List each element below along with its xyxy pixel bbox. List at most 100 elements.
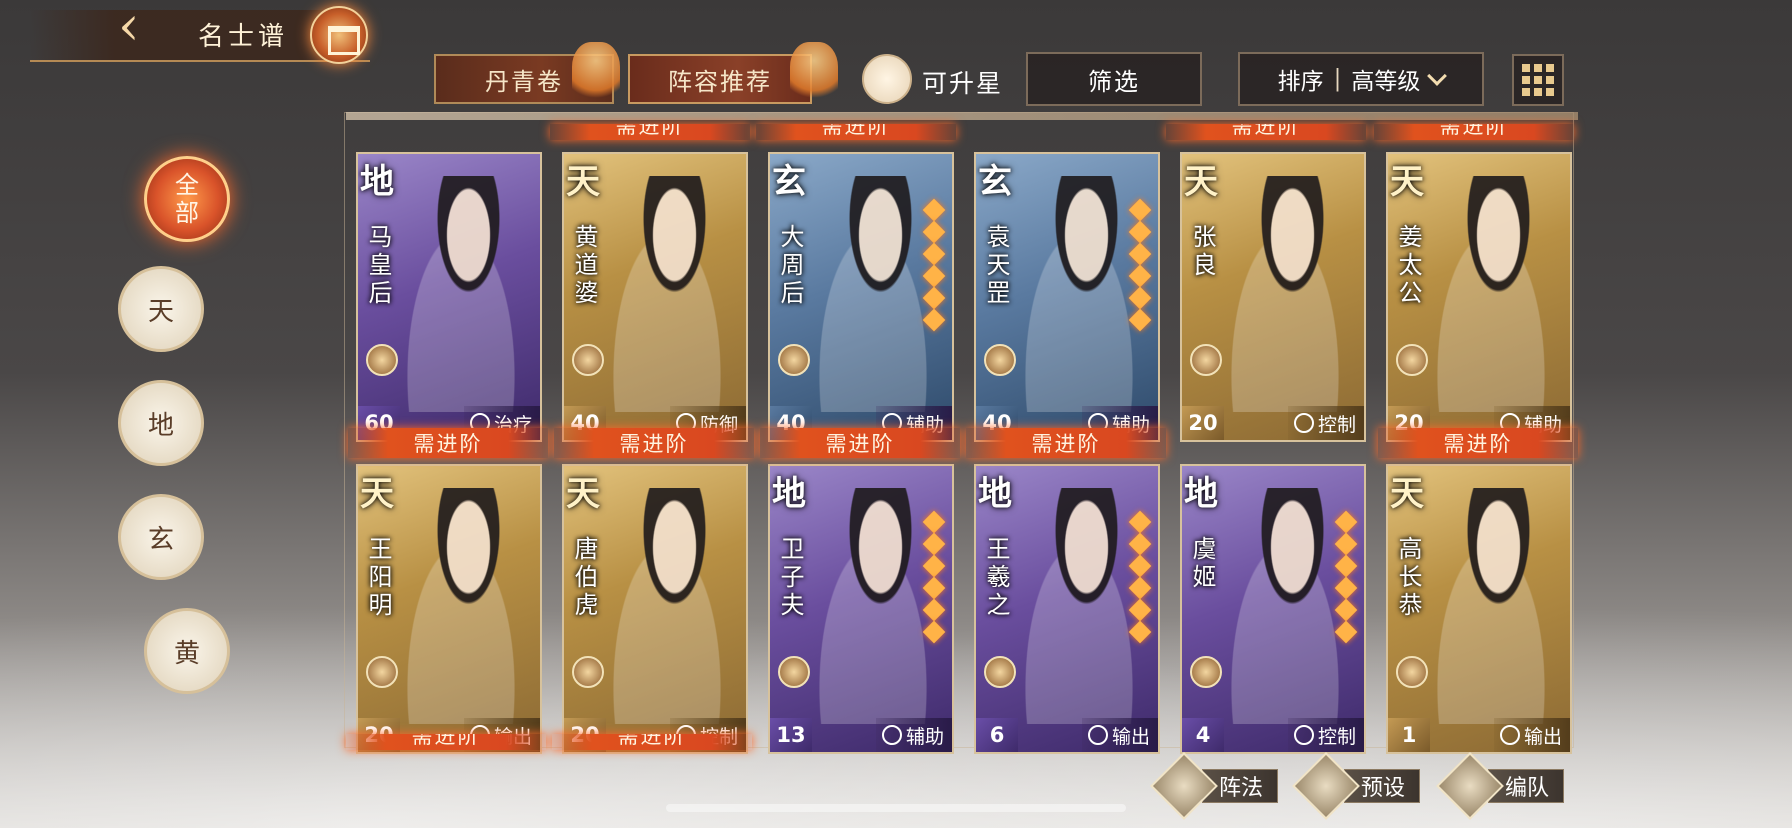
star-upgrade-checkbox[interactable] xyxy=(862,54,912,104)
element-icon xyxy=(572,344,604,376)
hero-name: 唐伯虎 xyxy=(570,536,598,620)
hero-card[interactable]: 天高长恭 1 输出 xyxy=(1386,464,1572,754)
filter-button[interactable]: 筛选 xyxy=(1026,52,1202,106)
rank-xuan-label: 玄 xyxy=(147,524,174,555)
advance-required-button[interactable]: 需进阶 xyxy=(554,428,754,458)
element-icon xyxy=(778,344,810,376)
hero-portrait xyxy=(386,176,536,412)
scroll-rail xyxy=(346,112,1578,120)
hero-card[interactable]: 地马皇后 60 治疗 xyxy=(356,152,542,442)
hero-name: 卫子夫 xyxy=(776,536,804,620)
advance-required-button[interactable]: 需进阶 xyxy=(348,428,548,458)
advance-bar-partial: 需进阶 xyxy=(1166,124,1366,140)
hero-card[interactable]: 玄大周后 40 辅助 xyxy=(768,152,954,442)
hero-card[interactable]: 天姜太公 20 辅助 xyxy=(1386,152,1572,442)
hero-card[interactable]: 天唐伯虎20控制 xyxy=(562,464,748,754)
advance-bar-partial: 需进阶 xyxy=(346,734,546,750)
rank-filter-huang[interactable]: 黄 xyxy=(144,608,230,694)
hero-portrait xyxy=(1416,488,1566,724)
hero-rank-badge: 地 xyxy=(772,474,806,514)
advance-required-button[interactable]: 需进阶 xyxy=(966,428,1166,458)
preset-button[interactable]: 预设 xyxy=(1292,752,1421,820)
advance-bar-partial: 需进阶 xyxy=(756,124,956,140)
star-icon xyxy=(1128,220,1152,244)
hero-role: 控制 xyxy=(1287,718,1364,752)
hero-card[interactable]: 天黄道婆 40 防御 xyxy=(562,152,748,442)
hero-card[interactable]: 玄袁天罡 40 辅助 xyxy=(974,152,1160,442)
rank-di-label: 地 xyxy=(147,410,174,441)
tab-lineup-recommend[interactable]: 阵容推荐 xyxy=(628,54,812,104)
star-icon xyxy=(1334,576,1358,600)
back-arrow-icon[interactable]: ‹ xyxy=(118,0,168,54)
rank-filter-xuan[interactable]: 玄 xyxy=(118,494,204,580)
element-icon xyxy=(1396,344,1428,376)
star-icon xyxy=(1128,576,1152,600)
star-icon xyxy=(1334,620,1358,644)
advance-label: 需进阶 xyxy=(619,432,689,456)
filter-label: 筛选 xyxy=(1088,67,1140,96)
hero-rank-badge: 地 xyxy=(360,162,394,202)
hero-role-label: 输出 xyxy=(1111,725,1150,748)
star-icon xyxy=(1128,242,1152,266)
hero-portrait xyxy=(1416,176,1566,412)
star-upgrade-label: 可升星 xyxy=(922,69,1004,98)
advance-required-button[interactable]: 需进阶 xyxy=(760,428,960,458)
star-icon xyxy=(1128,510,1152,534)
hero-rank-badge: 天 xyxy=(1184,162,1218,202)
star-icon xyxy=(1334,598,1358,622)
star-icon xyxy=(922,264,946,288)
advance-required-button[interactable]: 需进阶 xyxy=(1378,428,1578,458)
star-icon xyxy=(1128,598,1152,622)
hero-portrait xyxy=(1210,176,1360,412)
hero-level: 4 xyxy=(1182,718,1224,752)
hero-role-label: 输出 xyxy=(1523,725,1562,748)
preset-icon xyxy=(1292,752,1360,820)
role-icon xyxy=(1499,725,1520,745)
hero-card[interactable]: 地虞姬 4 控制 xyxy=(1180,464,1366,754)
advance-bar-partial: 需进阶 xyxy=(1374,124,1574,140)
hero-role-label: 辅助 xyxy=(905,725,944,748)
role-icon xyxy=(1293,725,1314,745)
hero-name: 大周后 xyxy=(776,224,804,308)
star-icon xyxy=(922,286,946,310)
rank-filter-tian[interactable]: 天 xyxy=(118,266,204,352)
rank-tian-label: 天 xyxy=(147,296,174,327)
hero-name: 马皇后 xyxy=(364,224,392,308)
star-icon xyxy=(1128,286,1152,310)
team-button[interactable]: 编队 xyxy=(1436,752,1565,820)
star-icon xyxy=(1128,532,1152,556)
hero-role-label: 控制 xyxy=(1317,725,1356,748)
hero-rank-badge: 天 xyxy=(566,474,600,514)
star-icon xyxy=(1128,620,1152,644)
hero-role: 输出 xyxy=(1081,718,1158,752)
hero-role-label: 控制 xyxy=(1317,413,1356,436)
formation-button[interactable]: 阵法 xyxy=(1150,752,1279,820)
scroll-indicator[interactable] xyxy=(666,804,1126,812)
hero-rank-badge: 天 xyxy=(566,162,600,202)
sort-dropdown[interactable]: 排序 | 高等级 xyxy=(1238,52,1484,106)
star-icon xyxy=(922,510,946,534)
star-icon xyxy=(1334,554,1358,578)
rank-filter-all[interactable]: 全 部 xyxy=(144,156,230,242)
grid-view-icon[interactable] xyxy=(1512,54,1564,106)
star-icon xyxy=(922,598,946,622)
hero-card[interactable]: 天王阳明20输出 xyxy=(356,464,542,754)
star-icon xyxy=(1128,198,1152,222)
advance-label: 需进阶 xyxy=(413,432,483,456)
star-column xyxy=(922,510,946,644)
boat-deco-icon xyxy=(572,42,620,104)
role-icon xyxy=(1293,413,1314,433)
hero-card[interactable]: 地王羲之 6 输出 xyxy=(974,464,1160,754)
hero-level: 20 xyxy=(1182,406,1224,440)
hero-rank-badge: 天 xyxy=(1390,162,1424,202)
star-icon xyxy=(922,554,946,578)
hero-name: 黄道婆 xyxy=(570,224,598,308)
star-icon xyxy=(1334,532,1358,556)
star-icon xyxy=(922,308,946,332)
sort-separator: | xyxy=(1333,66,1342,92)
hero-card[interactable]: 天张良 20 控制 xyxy=(1180,152,1366,442)
hero-portrait xyxy=(592,488,742,724)
hero-card[interactable]: 地卫子夫 13 辅助 xyxy=(768,464,954,754)
hero-name: 袁天罡 xyxy=(982,224,1010,308)
rank-filter-di[interactable]: 地 xyxy=(118,380,204,466)
